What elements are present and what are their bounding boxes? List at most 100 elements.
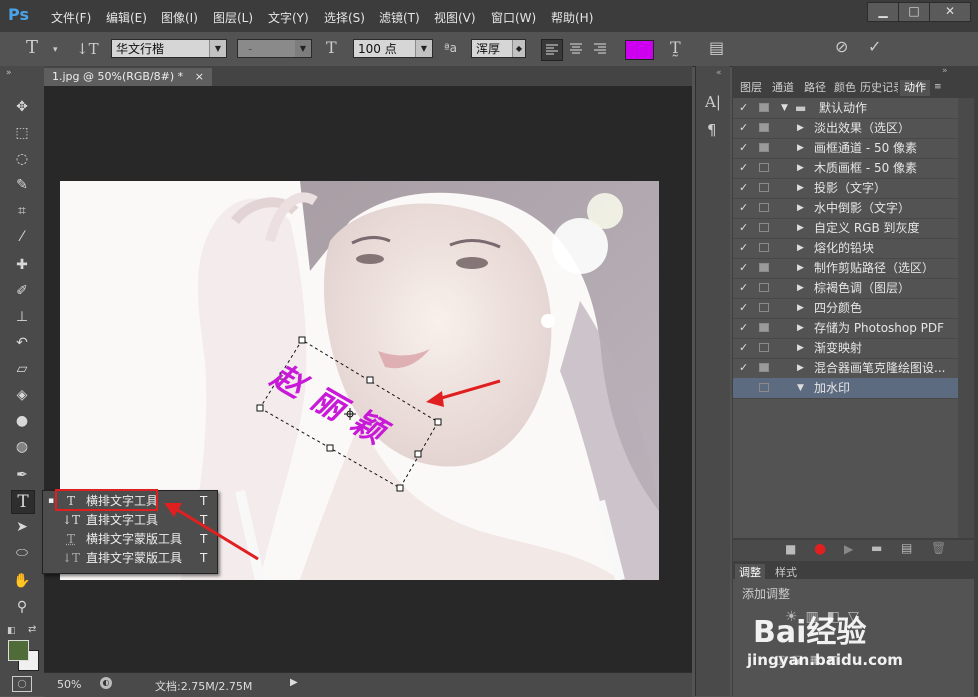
action-toggle-check-icon[interactable]: ✓ <box>739 98 751 118</box>
action-toggle-check-icon[interactable]: ✓ <box>739 338 751 358</box>
warp-text-icon[interactable]: T̰ <box>670 38 681 57</box>
action-row[interactable]: ✓ ▶ 淡出效果（选区） <box>733 118 958 139</box>
play-icon[interactable]: ▶ <box>844 542 853 556</box>
menu-select[interactable]: 选择(S) <box>324 9 365 26</box>
status-menu-arrow-icon[interactable]: ▶ <box>290 677 298 688</box>
ellipse-tool-icon[interactable]: ⬭ <box>11 542 33 564</box>
dialog-toggle-icon[interactable] <box>759 163 769 172</box>
expand-triangle-icon[interactable]: ▶ <box>797 118 804 138</box>
default-colors-icon[interactable]: ◧ <box>7 626 16 636</box>
align-center-button[interactable] <box>566 39 586 59</box>
dodge-tool-icon[interactable]: ◍ <box>11 436 33 458</box>
zoom-level[interactable]: 50% <box>57 678 81 691</box>
swap-colors-icon[interactable]: ⇄ <box>28 624 36 635</box>
paragraph-panel-icon[interactable]: ¶ <box>707 121 717 139</box>
action-row[interactable]: ✓ ▶ 渐变映射 <box>733 338 958 359</box>
panel-menu-icon[interactable]: ≡ <box>934 82 942 92</box>
paint-bucket-tool-icon[interactable]: ◈ <box>11 384 33 406</box>
expand-triangle-icon[interactable]: ▼ <box>797 378 804 398</box>
menu-file[interactable]: 文件(F) <box>51 9 91 26</box>
eraser-tool-icon[interactable]: ▱ <box>11 358 33 380</box>
tab-history[interactable]: 历史记录 <box>860 80 898 96</box>
action-toggle-check-icon[interactable]: ✓ <box>739 238 751 258</box>
tab-actions[interactable]: 动作 <box>900 80 930 96</box>
menu-filter[interactable]: 滤镜(T) <box>379 9 420 26</box>
action-toggle-check-icon[interactable]: ✓ <box>739 358 751 378</box>
action-toggle-check-icon[interactable]: ✓ <box>739 118 751 138</box>
dialog-toggle-icon[interactable] <box>759 343 769 352</box>
action-toggle-check-icon[interactable]: ✓ <box>739 218 751 238</box>
brush-tool-icon[interactable]: ✐ <box>11 280 33 302</box>
move-tool-icon[interactable]: ✥ <box>11 96 33 118</box>
expand-triangle-icon[interactable]: ▶ <box>797 158 804 178</box>
document-tab[interactable]: 1.jpg @ 50%(RGB/8#) * × <box>44 68 212 86</box>
type-tool-icon[interactable]: T <box>11 490 35 514</box>
action-row[interactable]: ✓ ▬ ▼ 默认动作 <box>733 98 958 119</box>
status-info-icon[interactable]: ◐ <box>100 677 112 689</box>
menu-window[interactable]: 窗口(W) <box>491 9 536 26</box>
collapse-icon[interactable]: « <box>716 68 722 78</box>
dialog-toggle-icon[interactable] <box>759 323 769 332</box>
menu-layer[interactable]: 图层(L) <box>213 9 253 26</box>
tab-paths[interactable]: 路径 <box>800 80 830 96</box>
action-row[interactable]: ✓ ▶ 木质画框 - 50 像素 <box>733 158 958 179</box>
expand-triangle-icon[interactable]: ▶ <box>797 178 804 198</box>
commit-icon[interactable]: ✓ <box>868 37 881 56</box>
action-toggle-check-icon[interactable]: ✓ <box>739 138 751 158</box>
dialog-toggle-icon[interactable] <box>759 303 769 312</box>
expand-triangle-icon[interactable]: ▶ <box>797 338 804 358</box>
dialog-toggle-icon[interactable] <box>759 203 769 212</box>
character-panel-icon[interactable]: A| <box>705 93 721 111</box>
stop-icon[interactable]: ■ <box>785 542 796 556</box>
dialog-toggle-icon[interactable] <box>759 143 769 152</box>
action-toggle-check-icon[interactable]: ✓ <box>739 298 751 318</box>
action-row[interactable]: ✓ ▶ 混合器画笔克隆绘图设... <box>733 358 958 379</box>
align-right-button[interactable] <box>590 39 610 59</box>
collapse-icon[interactable]: » <box>6 68 12 78</box>
action-toggle-check-icon[interactable]: ✓ <box>739 198 751 218</box>
tab-styles[interactable]: 样式 <box>775 564 797 580</box>
dialog-toggle-icon[interactable] <box>759 383 769 392</box>
antialias-select[interactable]: 浑厚 ◆ <box>471 39 526 58</box>
dialog-toggle-icon[interactable] <box>759 363 769 372</box>
action-toggle-check-icon[interactable]: ✓ <box>739 318 751 338</box>
expand-triangle-icon[interactable]: ▶ <box>797 258 804 278</box>
action-row[interactable]: ✓ ▶ 制作剪贴路径（选区） <box>733 258 958 279</box>
marquee-tool-icon[interactable]: ⬚ <box>11 122 33 144</box>
action-row[interactable]: ✓ ▶ 画框通道 - 50 像素 <box>733 138 958 159</box>
healing-brush-tool-icon[interactable]: ✚ <box>11 254 33 276</box>
action-row[interactable]: ✓ ▶ 投影（文字） <box>733 178 958 199</box>
font-size-field[interactable]: 100 点 ▼ <box>353 39 433 58</box>
lasso-tool-icon[interactable]: ◌ <box>11 148 33 170</box>
expand-triangle-icon[interactable]: ▶ <box>797 278 804 298</box>
tab-close-icon[interactable]: × <box>195 70 204 83</box>
expand-triangle-icon[interactable]: ▶ <box>797 358 804 378</box>
expand-triangle-icon[interactable]: ▶ <box>797 238 804 258</box>
stamp-tool-icon[interactable]: ⊥ <box>11 306 33 328</box>
tab-adjustments[interactable]: 调整 <box>735 564 765 579</box>
text-color-swatch[interactable] <box>625 40 654 60</box>
pen-tool-icon[interactable]: ✒ <box>11 464 33 486</box>
hand-tool-icon[interactable]: ✋ <box>11 570 33 592</box>
character-panel-icon[interactable]: ▤ <box>709 38 724 57</box>
quick-mask-icon[interactable]: ◯ <box>12 676 32 692</box>
dialog-toggle-icon[interactable] <box>759 263 769 272</box>
action-row[interactable]: ▼ 加水印 <box>733 378 958 399</box>
foreground-color-swatch[interactable] <box>8 640 29 661</box>
font-style-select[interactable]: - ▼ <box>237 39 312 58</box>
align-left-button[interactable] <box>541 39 563 61</box>
dialog-toggle-icon[interactable] <box>759 123 769 132</box>
menu-type[interactable]: 文字(Y) <box>268 9 309 26</box>
dialog-toggle-icon[interactable] <box>759 103 769 112</box>
expand-triangle-icon[interactable]: ▶ <box>797 198 804 218</box>
menu-help[interactable]: 帮助(H) <box>551 9 593 26</box>
path-selection-tool-icon[interactable]: ➤ <box>11 516 33 538</box>
blur-tool-icon[interactable]: ● <box>11 410 33 432</box>
crop-tool-icon[interactable]: ⌗ <box>11 200 33 222</box>
menu-edit[interactable]: 编辑(E) <box>106 9 147 26</box>
action-row[interactable]: ✓ ▶ 棕褐色调（图层） <box>733 278 958 299</box>
delete-icon[interactable]: 🗑 <box>931 541 946 555</box>
new-action-icon[interactable]: ▤ <box>901 541 912 555</box>
maximize-button[interactable]: □ <box>898 2 930 22</box>
action-toggle-check-icon[interactable]: ✓ <box>739 178 751 198</box>
